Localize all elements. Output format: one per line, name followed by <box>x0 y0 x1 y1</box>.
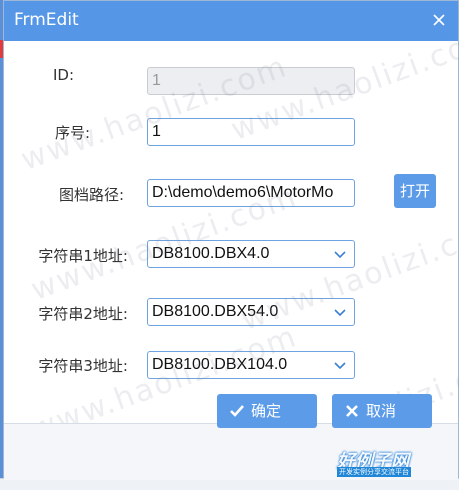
cancel-label: 取消 <box>366 402 397 420</box>
window-title: FrmEdit <box>14 10 79 30</box>
id-label: ID: <box>52 66 74 84</box>
ok-button[interactable]: 确定 <box>217 394 317 428</box>
path-label: 图档路径: <box>58 186 124 204</box>
str1-label: 字符串1地址: <box>38 247 128 265</box>
str1-select[interactable]: DB8100.DBX4.0 <box>147 240 355 268</box>
str2-label: 字符串2地址: <box>38 305 128 323</box>
chevron-down-icon <box>334 362 346 370</box>
seq-label: 序号: <box>54 124 90 142</box>
chevron-down-icon <box>334 251 346 259</box>
chevron-down-icon <box>334 309 346 317</box>
edit-dialog: FrmEdit ID: 1 序号: 1 图档路径: D:\demo\demo6\… <box>3 0 459 480</box>
cancel-button[interactable]: 取消 <box>332 394 432 428</box>
x-icon <box>346 405 358 417</box>
check-icon <box>230 405 244 417</box>
str3-select[interactable]: DB8100.DBX104.0 <box>147 351 355 379</box>
seq-field[interactable]: 1 <box>147 118 355 146</box>
id-field: 1 <box>147 67 355 95</box>
button-bar <box>4 423 458 480</box>
str2-value: DB8100.DBX54.0 <box>152 303 279 320</box>
open-button[interactable]: 打开 <box>394 174 436 208</box>
str2-select[interactable]: DB8100.DBX54.0 <box>147 298 355 326</box>
close-icon <box>433 14 445 26</box>
title-bar[interactable]: FrmEdit <box>4 1 458 41</box>
str3-label: 字符串3地址: <box>38 357 128 375</box>
ok-label: 确定 <box>251 402 282 420</box>
str1-value: DB8100.DBX4.0 <box>152 245 270 262</box>
close-button[interactable] <box>428 9 450 31</box>
str3-value: DB8100.DBX104.0 <box>152 356 288 373</box>
path-field[interactable]: D:\demo\demo6\MotorMo <box>147 179 355 207</box>
